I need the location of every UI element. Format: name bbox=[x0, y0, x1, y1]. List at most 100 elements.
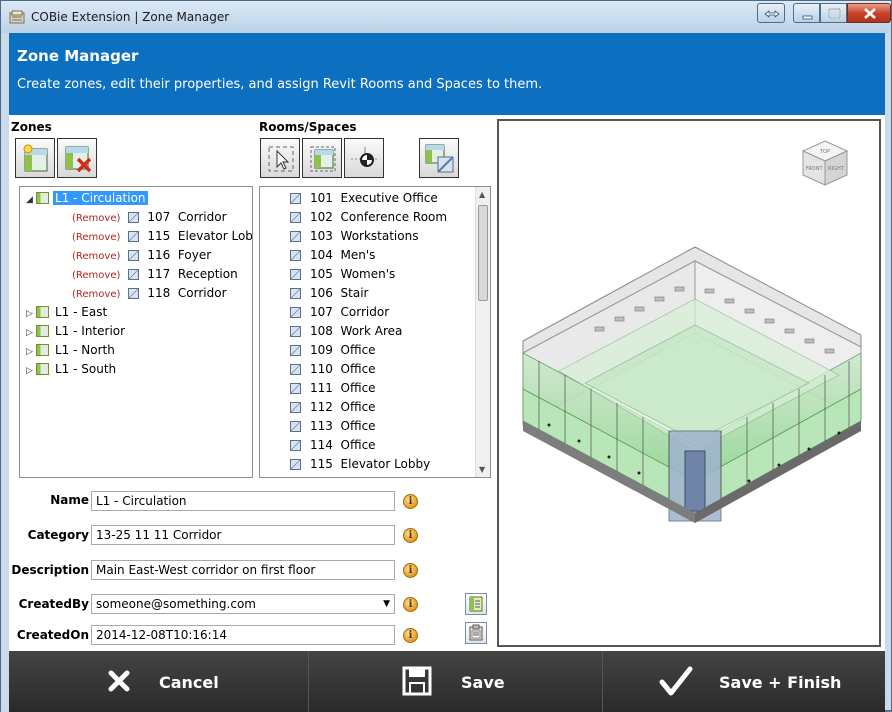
zone-label: L1 - Circulation bbox=[53, 191, 148, 205]
remove-room-link[interactable]: (Remove) bbox=[72, 251, 120, 262]
zone-label: L1 - South bbox=[55, 362, 117, 376]
name-label: Name bbox=[50, 493, 89, 507]
zones-tree[interactable]: ◢ L1 - Circulation (Remove) 107 Corridor (Re… bbox=[19, 186, 253, 478]
add-zone-icon bbox=[23, 144, 48, 172]
zone-node[interactable]: ▷ L1 - North bbox=[26, 341, 117, 360]
select-cursor-icon bbox=[268, 146, 294, 172]
category-info-icon[interactable]: i bbox=[403, 528, 418, 543]
title-bar[interactable]: COBie Extension | Zone Manager bbox=[1, 1, 891, 33]
name-field[interactable]: L1 - Circulation bbox=[91, 491, 395, 511]
space-icon bbox=[290, 383, 301, 394]
room-list-item[interactable]: 106 Stair bbox=[290, 284, 368, 303]
remove-room-link[interactable]: (Remove) bbox=[72, 270, 120, 281]
zone-room-item: (Remove) 116 Foyer bbox=[72, 246, 211, 265]
room-list-item[interactable]: 116 Foyer bbox=[290, 474, 374, 477]
space-icon bbox=[128, 288, 140, 299]
room-list-item[interactable]: 107 Corridor bbox=[290, 303, 389, 322]
room-list-item[interactable]: 111 Office bbox=[290, 379, 376, 398]
space-icon bbox=[290, 269, 301, 280]
category-field[interactable]: 13-25 11 11 Corridor bbox=[91, 525, 395, 545]
room-remove-icon bbox=[425, 144, 454, 173]
select-in-model-button[interactable] bbox=[260, 138, 300, 178]
room-list-label: 110 Office bbox=[310, 362, 376, 376]
category-label: Category bbox=[27, 528, 89, 542]
remove-room-link[interactable]: (Remove) bbox=[72, 213, 120, 224]
createdon-pick-button[interactable] bbox=[465, 622, 487, 644]
zone-icon bbox=[36, 344, 49, 356]
space-icon bbox=[128, 250, 140, 261]
collapse-triangle-icon[interactable]: ◢ bbox=[26, 191, 36, 210]
zone-node[interactable]: ▷ L1 - Interior bbox=[26, 322, 127, 341]
room-list-item[interactable]: 115 Elevator Lobby bbox=[290, 455, 430, 474]
room-list-item[interactable]: 105 Women's bbox=[290, 265, 395, 284]
scroll-up-arrow-icon[interactable]: ▲ bbox=[479, 190, 485, 199]
rooms-spaces-list[interactable]: 101 Executive Office 102 Conference Room 1… bbox=[259, 186, 491, 478]
room-list-label: 103 Workstations bbox=[310, 229, 419, 243]
name-info-icon[interactable]: i bbox=[403, 494, 418, 509]
save-finish-button[interactable]: Save + Finish bbox=[603, 651, 885, 712]
delete-zone-button[interactable] bbox=[57, 138, 97, 178]
createdby-selected-value: someone@something.com bbox=[96, 597, 256, 611]
delete-zone-icon bbox=[65, 146, 92, 173]
createdby-info-icon[interactable]: i bbox=[403, 597, 418, 612]
remove-room-link[interactable]: (Remove) bbox=[72, 232, 120, 243]
space-icon bbox=[290, 364, 301, 375]
minimize-button[interactable] bbox=[793, 3, 820, 23]
cancel-button[interactable]: Cancel bbox=[9, 651, 309, 712]
zone-node[interactable]: ▷ L1 - East bbox=[26, 303, 109, 322]
description-info-icon[interactable]: i bbox=[403, 563, 418, 578]
room-list-item[interactable]: 110 Office bbox=[290, 360, 376, 379]
room-list-item[interactable]: 103 Workstations bbox=[290, 227, 418, 246]
room-list-item[interactable]: 109 Office bbox=[290, 341, 376, 360]
createdby-dropdown[interactable]: someone@something.com ▼ bbox=[91, 594, 395, 614]
remove-room-button[interactable] bbox=[419, 138, 459, 178]
zone-node[interactable]: ▷ L1 - South bbox=[26, 360, 118, 379]
space-icon bbox=[290, 250, 301, 261]
dropdown-arrow-icon: ▼ bbox=[383, 599, 390, 609]
zone-label: L1 - East bbox=[55, 305, 108, 319]
room-label: 117 Reception bbox=[147, 267, 238, 281]
room-label: 107 Corridor bbox=[147, 210, 227, 224]
maximize-button[interactable] bbox=[820, 3, 847, 23]
room-list-label: 112 Office bbox=[310, 400, 376, 414]
room-list-item[interactable]: 113 Office bbox=[290, 417, 376, 436]
space-icon bbox=[290, 421, 301, 432]
room-list-item[interactable]: 112 Office bbox=[290, 398, 376, 417]
createdon-label: CreatedOn bbox=[16, 628, 89, 642]
zone-room-item: (Remove) 117 Reception bbox=[72, 265, 238, 284]
clipboard-icon bbox=[469, 624, 483, 641]
add-zone-button[interactable] bbox=[15, 138, 55, 178]
remove-room-link[interactable]: (Remove) bbox=[72, 289, 120, 300]
space-icon bbox=[128, 212, 140, 223]
view-cube-icon[interactable]: TOP FRONT RIGHT bbox=[799, 137, 851, 189]
zone-node[interactable]: ◢ L1 - Circulation bbox=[26, 189, 148, 208]
close-button[interactable] bbox=[847, 3, 891, 23]
zone-icon bbox=[36, 192, 49, 204]
scrollbar-thumb[interactable] bbox=[478, 205, 488, 301]
createdon-info-icon[interactable]: i bbox=[403, 628, 418, 643]
header-banner: Zone Manager Create zones, edit their pr… bbox=[9, 33, 885, 115]
expand-triangle-icon[interactable]: ▷ bbox=[26, 362, 36, 381]
createdby-pick-button[interactable] bbox=[465, 593, 487, 615]
scroll-down-arrow-icon[interactable]: ▼ bbox=[479, 465, 485, 474]
swap-arrows-icon bbox=[764, 10, 780, 18]
room-list-item[interactable]: 114 Office bbox=[290, 436, 376, 455]
x-icon bbox=[108, 670, 130, 692]
room-list-item[interactable]: 108 Work Area bbox=[290, 322, 402, 341]
rooms-scrollbar[interactable]: ▲ ▼ bbox=[475, 187, 490, 477]
save-button[interactable]: Save bbox=[309, 651, 603, 712]
zoom-to-room-button[interactable] bbox=[344, 138, 384, 178]
room-list-item[interactable]: 104 Men's bbox=[290, 246, 375, 265]
room-list-item[interactable]: 102 Conference Room bbox=[290, 208, 447, 227]
model-3d-view[interactable]: TOP FRONT RIGHT bbox=[497, 119, 881, 647]
room-list-label: 114 Office bbox=[310, 438, 376, 452]
createdon-field[interactable]: 2014-12-08T10:16:14 bbox=[91, 625, 395, 645]
description-field[interactable]: Main East-West corridor on first floor bbox=[91, 560, 395, 580]
room-list-label: 115 Elevator Lobby bbox=[310, 457, 431, 471]
main-content: Zones Rooms/Spaces ◢ L1 - Circulation (R… bbox=[9, 115, 885, 651]
select-room-region-button[interactable] bbox=[302, 138, 342, 178]
zone-icon bbox=[36, 306, 49, 318]
swap-monitor-button[interactable] bbox=[757, 3, 785, 23]
room-list-item[interactable]: 101 Executive Office bbox=[290, 189, 438, 208]
space-icon bbox=[290, 402, 301, 413]
